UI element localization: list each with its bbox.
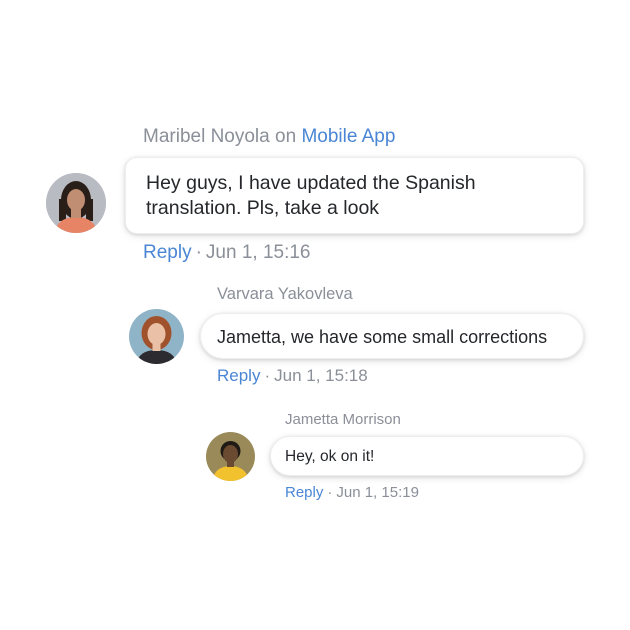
separator: · [327, 484, 333, 501]
comment-text: Hey, ok on it! [285, 448, 375, 465]
comment-text-line: translation. Pls, take a look [146, 197, 380, 220]
comment-meta: Reply · Jun 1, 15:19 [285, 484, 419, 501]
author-connector: on [275, 126, 297, 147]
comment-author-line: Maribel Noyola on Mobile App [143, 126, 395, 148]
user-photo-icon [129, 309, 184, 364]
avatar [206, 432, 255, 481]
comment-bubble: Jametta, we have some small corrections [200, 313, 584, 359]
comment-meta: Reply · Jun 1, 15:16 [143, 242, 311, 264]
source-link[interactable]: Mobile App [301, 126, 395, 147]
avatar [46, 173, 106, 233]
reply-button[interactable]: Reply [217, 366, 260, 385]
author-name: Maribel Noyola [143, 126, 270, 147]
author-name: Varvara Yakovleva [217, 285, 353, 303]
avatar [129, 309, 184, 364]
comment-bubble: Hey guys, I have updated the Spanish tra… [125, 157, 584, 234]
comment-timestamp: Jun 1, 15:19 [336, 484, 419, 501]
user-photo-icon [206, 432, 255, 481]
user-photo-icon [46, 173, 106, 233]
comment-timestamp: Jun 1, 15:16 [205, 242, 311, 263]
comment-meta: Reply · Jun 1, 15:18 [217, 366, 368, 386]
author-name: Jametta Morrison [285, 411, 401, 428]
separator: · [264, 366, 271, 385]
comment-text-line: Hey guys, I have updated the Spanish [146, 172, 476, 194]
comment-author-line: Jametta Morrison [285, 411, 401, 428]
separator: · [195, 242, 202, 263]
comment-bubble: Hey, ok on it! [270, 436, 584, 476]
reply-button[interactable]: Reply [285, 484, 323, 501]
comment-thread: Maribel Noyola on Mobile App Hey guys, I… [0, 0, 630, 630]
comment-author-line: Varvara Yakovleva [217, 285, 353, 304]
comment-text: Jametta, we have some small corrections [217, 327, 548, 347]
reply-button[interactable]: Reply [143, 242, 192, 263]
comment-timestamp: Jun 1, 15:18 [274, 366, 368, 385]
